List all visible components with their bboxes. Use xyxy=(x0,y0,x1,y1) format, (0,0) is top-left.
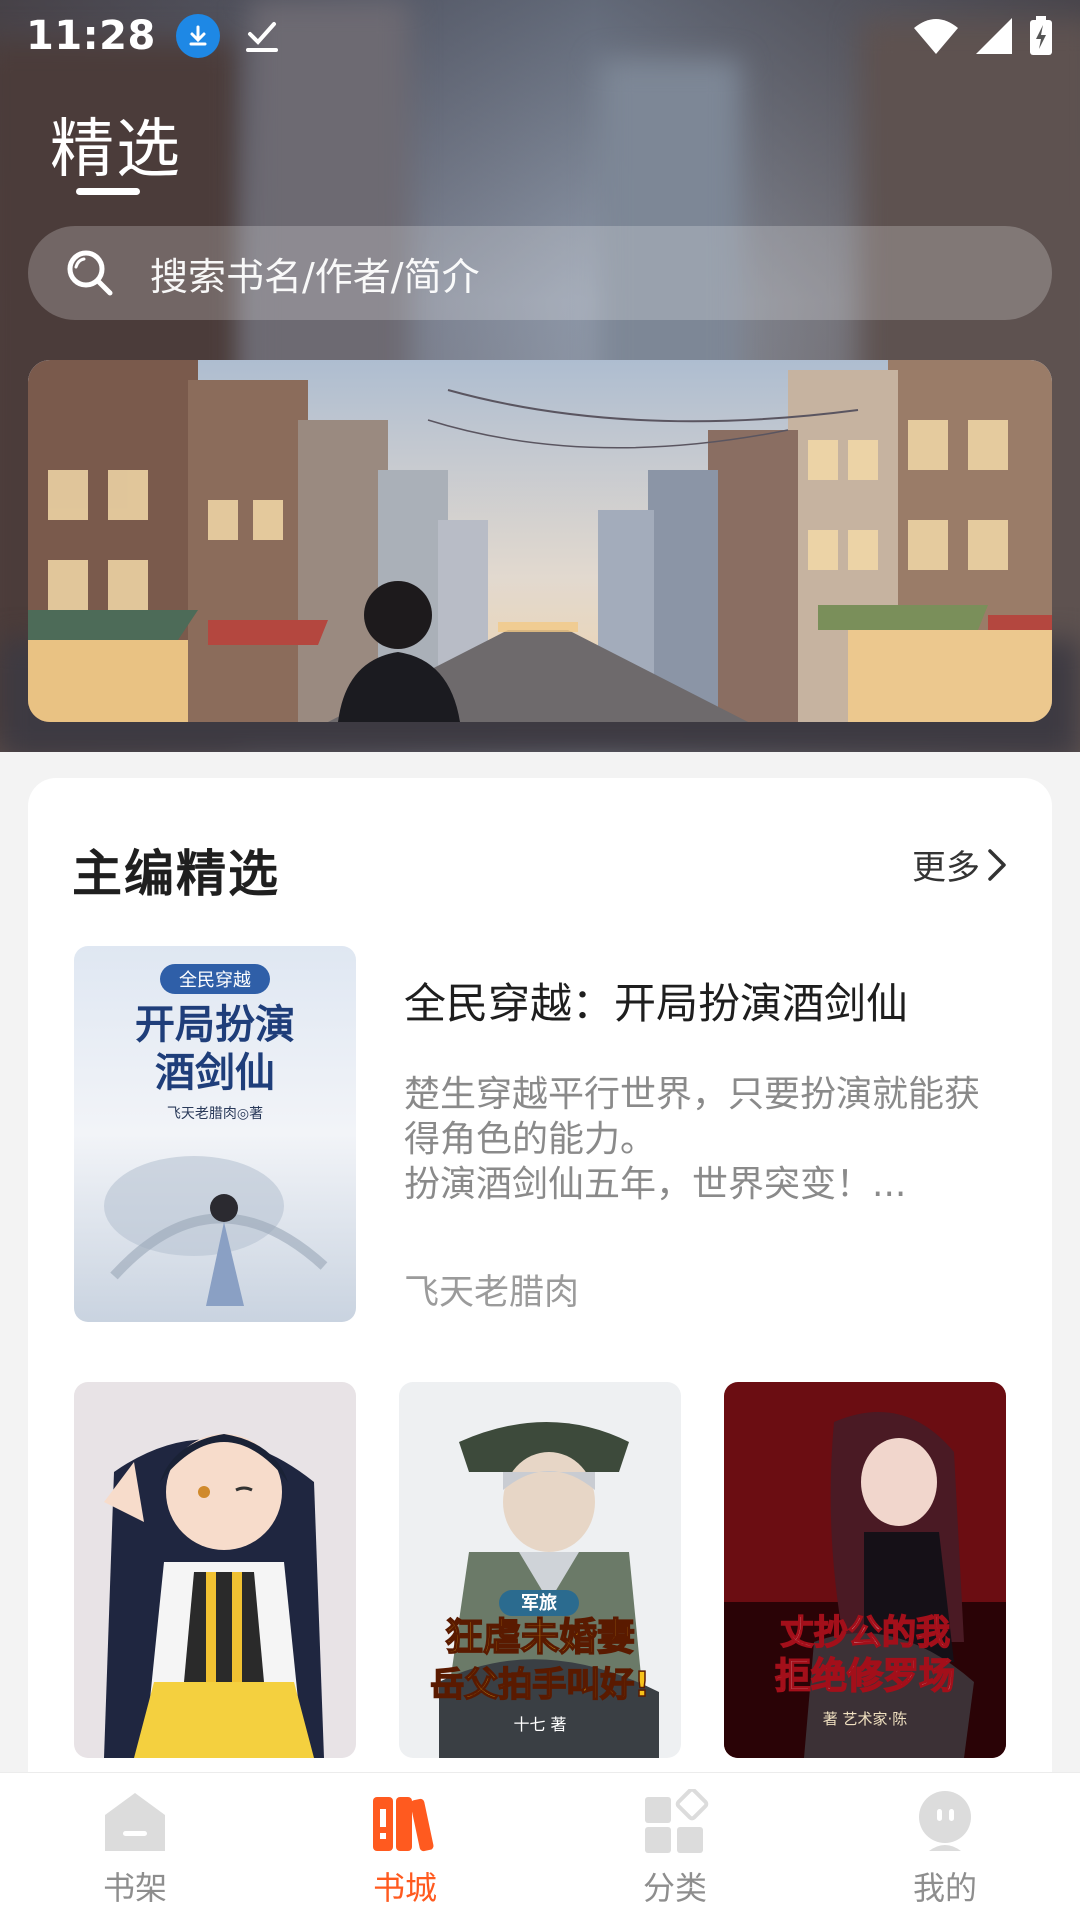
search-input[interactable]: 搜索书名/作者/简介 xyxy=(28,226,1052,320)
nav-item-bookstore[interactable]: 书城 xyxy=(270,1773,540,1920)
featured-book-item[interactable]: 全民穿越 开局扮演 酒剑仙 飞天老腊肉◎著 全民穿越：开局扮演酒剑仙 楚生穿越平… xyxy=(74,946,1014,1322)
search-icon xyxy=(67,250,113,296)
svg-text:酒剑仙: 酒剑仙 xyxy=(155,1049,275,1096)
nav-label: 书架 xyxy=(102,1869,167,1907)
cover-byline: 十七 著 xyxy=(513,1715,566,1734)
editor-picks-card: 主编精选 更多 全民穿越 开局扮演 酒剑仙 飞天老腊肉◎著 全民穿越：开局扮演酒… xyxy=(28,778,1052,1920)
chevron-right-icon xyxy=(988,848,1006,881)
book-author: 飞天老腊肉 xyxy=(404,1273,580,1313)
cover-byline: 著 艺术家·陈 xyxy=(823,1710,908,1728)
category-icon xyxy=(645,1789,709,1853)
wifi-icon xyxy=(914,19,958,54)
book-title[interactable]: 全民穿越：开局扮演酒剑仙 xyxy=(404,970,908,1031)
signal-icon xyxy=(976,18,1012,54)
cover-top-text: 全民穿越 xyxy=(179,970,251,991)
book-cover[interactable]: 军旅 狂虐未婚妻 岳父拍手叫好! 十七 著 xyxy=(399,1382,681,1758)
nav-label: 我的 xyxy=(912,1869,977,1907)
cover-line1: 丈抄公的我 xyxy=(780,1613,950,1653)
tab-featured[interactable]: 精选 xyxy=(50,98,182,190)
profile-icon xyxy=(919,1791,971,1851)
status-bar: 11:28 xyxy=(0,0,1080,72)
cover-line1: 狂虐未婚妻 xyxy=(445,1615,635,1659)
book-grid: 军旅 狂虐未婚妻 岳父拍手叫好! 十七 著 丈抄公的我 拒绝修罗场 著 艺术家·… xyxy=(74,1382,1014,1758)
cover-byline: 飞天老腊肉◎著 xyxy=(167,1106,263,1122)
section-title: 主编精选 xyxy=(72,845,280,903)
bottom-nav: 书架 书城 分类 我的 xyxy=(0,1772,1080,1920)
nav-item-profile[interactable]: 我的 xyxy=(810,1773,1080,1920)
nav-label: 书城 xyxy=(372,1869,437,1907)
bookshelf-icon xyxy=(105,1793,165,1851)
download-icon xyxy=(175,14,220,58)
more-label: 更多 xyxy=(912,848,980,888)
book-cover[interactable]: 丈抄公的我 拒绝修罗场 著 艺术家·陈 xyxy=(724,1382,1006,1758)
book-description: 楚生穿越平行世界，只要扮演就能获得角色的能力。 扮演酒剑仙五年，世界突变！... xyxy=(404,1074,981,1205)
book-cover[interactable]: 全民穿越 开局扮演 酒剑仙 飞天老腊肉◎著 xyxy=(74,946,356,1322)
cover-badge: 军旅 xyxy=(521,1592,557,1614)
active-tab-indicator xyxy=(76,188,140,195)
book-cover[interactable] xyxy=(74,1382,356,1758)
status-time: 11:28 xyxy=(26,13,156,59)
cover-line2: 拒绝修罗场 xyxy=(775,1655,955,1697)
search-placeholder: 搜索书名/作者/简介 xyxy=(150,254,480,299)
download-complete-icon xyxy=(245,22,278,52)
nav-item-category[interactable]: 分类 xyxy=(540,1773,810,1920)
promo-banner[interactable] xyxy=(28,360,1052,722)
bookstore-icon xyxy=(373,1797,434,1852)
svg-text:开局扮演: 开局扮演 xyxy=(135,1001,295,1048)
more-button[interactable]: 更多 xyxy=(912,840,1008,889)
cover-line2: 岳父拍手叫好! xyxy=(430,1665,650,1705)
battery-icon xyxy=(1030,16,1052,55)
nav-label: 分类 xyxy=(642,1869,707,1907)
banner-city-street-image xyxy=(28,360,1052,722)
nav-item-bookshelf[interactable]: 书架 xyxy=(0,1773,270,1920)
